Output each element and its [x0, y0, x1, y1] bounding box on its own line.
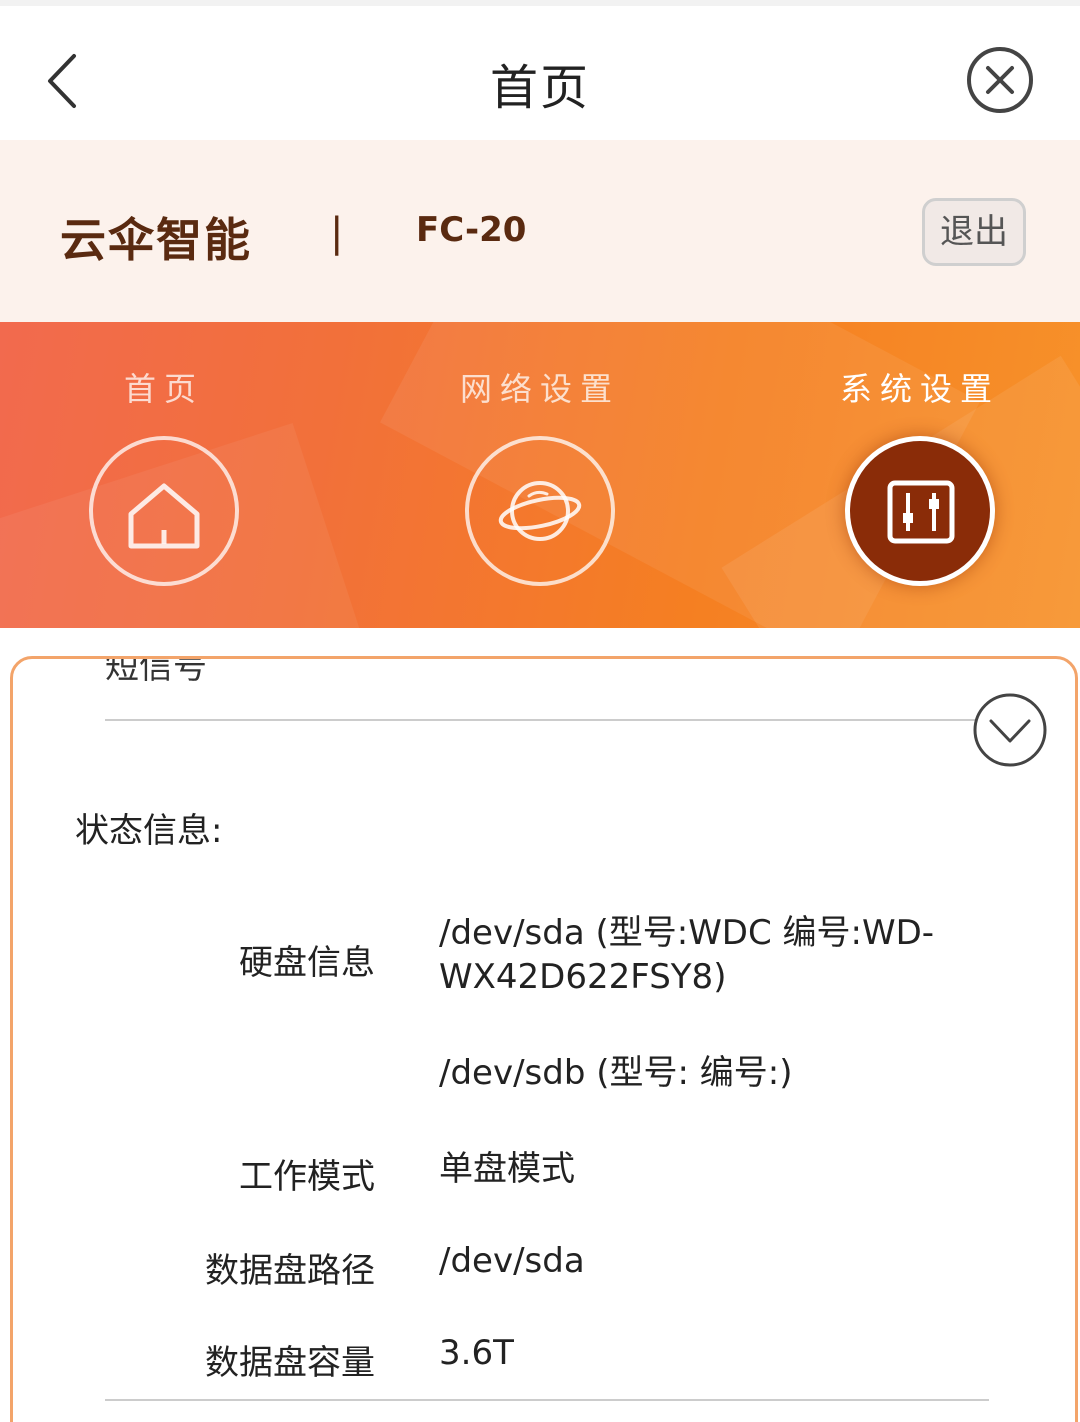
close-circle-icon — [967, 47, 1033, 113]
value-line: WX42D622FSY8) — [439, 957, 727, 997]
tab-home[interactable]: 首页 — [14, 322, 314, 628]
row-value-disk-2: /dev/sdb (型号: 编号:) — [439, 1053, 793, 1093]
tab-label: 首页 — [123, 370, 204, 408]
row-value-data-disk-path: /dev/sda — [439, 1241, 585, 1281]
sliders-icon — [887, 480, 955, 544]
row-label-work-mode: 工作模式 — [239, 1157, 375, 1197]
tab-system-settings[interactable]: 系统设置 — [770, 322, 1070, 628]
tab-label: 网络设置 — [459, 370, 620, 408]
tab-icon-circle — [845, 436, 995, 586]
brand-name: 云伞智能 — [60, 213, 252, 267]
brand-separator: | — [330, 210, 344, 256]
brand-header: 云伞智能 | FC-20 退出 — [0, 140, 1080, 324]
page-title: 首页 — [489, 60, 590, 116]
tab-network-settings[interactable]: 网络设置 — [390, 322, 690, 628]
row-label-data-disk-capacity: 数据盘容量 — [205, 1343, 375, 1383]
logout-button[interactable]: 退出 — [922, 198, 1026, 266]
device-model: FC-20 — [416, 210, 527, 250]
top-nav-bar: 首页 — [0, 0, 1080, 140]
tab-icon-circle — [89, 436, 239, 586]
row-value-work-mode: 单盘模式 — [439, 1149, 575, 1189]
main-tab-bar: 首页 网络设置 系统设置 — [0, 322, 1080, 628]
chevron-down-circle-icon — [973, 693, 1047, 767]
row-value-disk-info: /dev/sda (型号:WDC 编号:WD- WX42D622FSY8) — [439, 911, 959, 999]
clipped-field-label: 短信号 — [105, 656, 207, 687]
status-card: 短信号 状态信息: 硬盘信息 /dev/sda (型号:WDC 编号:WD- W… — [10, 656, 1078, 1422]
value-line: /dev/sda (型号:WDC 编号:WD- — [439, 913, 935, 953]
divider — [105, 719, 985, 721]
planet-icon — [498, 481, 582, 541]
row-value-data-disk-capacity: 3.6T — [439, 1333, 514, 1373]
home-icon — [128, 483, 200, 549]
close-button[interactable] — [964, 44, 1036, 116]
row-label-disk-info: 硬盘信息 — [239, 943, 375, 983]
divider — [105, 1399, 989, 1401]
tab-icon-circle — [465, 436, 615, 586]
app-screen: 首页 云伞智能 | FC-20 退出 首页 网络设置 系统设置 短信号 状态信息… — [0, 0, 1080, 1422]
expand-button[interactable] — [971, 691, 1049, 769]
section-title: 状态信息: — [75, 811, 223, 851]
tab-label: 系统设置 — [839, 370, 1000, 408]
row-label-data-disk-path: 数据盘路径 — [205, 1251, 375, 1291]
